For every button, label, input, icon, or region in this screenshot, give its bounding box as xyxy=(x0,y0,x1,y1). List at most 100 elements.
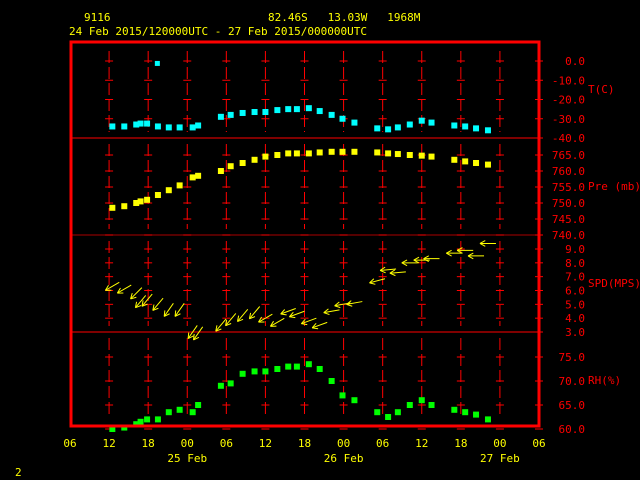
wind-arrow-head xyxy=(174,310,177,317)
temperature-point xyxy=(462,123,469,130)
humidity-point xyxy=(406,402,413,408)
humidity-point xyxy=(239,370,246,377)
wind-arrow-head xyxy=(301,323,308,326)
wind-arrow-head xyxy=(346,303,353,307)
wind-arrow-head xyxy=(312,327,319,330)
pressure-point xyxy=(121,203,128,210)
humidity-point xyxy=(195,402,202,408)
humidity-point xyxy=(285,363,292,370)
y-tick-label: -20.0 xyxy=(552,94,585,107)
humidity-point xyxy=(154,416,161,423)
x-tick-label: 06 xyxy=(220,437,233,450)
humidity-point xyxy=(374,409,381,416)
temperature-axis-label: T(C) xyxy=(588,83,615,96)
x-tick-label: 18 xyxy=(142,437,155,450)
humidity-point xyxy=(316,366,323,372)
humidity-point xyxy=(293,363,300,370)
wind-arrow xyxy=(215,318,227,332)
y-tick-label: -10.0 xyxy=(552,74,585,87)
temperature-point xyxy=(406,121,413,128)
wind-arrow xyxy=(346,300,363,307)
humidity-point xyxy=(262,368,269,375)
x-date-label: 26 Feb xyxy=(324,452,364,465)
wind-arrow xyxy=(270,317,285,327)
wind-arrow xyxy=(116,284,132,294)
x-tick-label: 00 xyxy=(493,437,506,450)
humidity-point xyxy=(217,382,224,389)
x-tick-label: 18 xyxy=(454,437,467,450)
pressure-point xyxy=(109,204,116,211)
humidity-point xyxy=(339,392,346,399)
humidity-point xyxy=(176,406,183,413)
pressure-point xyxy=(394,151,401,158)
page-number: 2 xyxy=(15,466,22,479)
time-period: 24 Feb 2015/120000UTC - 27 Feb 2015/0000… xyxy=(69,25,367,38)
temperature-point xyxy=(121,123,128,130)
y-tick-label: 70.0 xyxy=(559,375,586,388)
wind-arrow-head xyxy=(163,310,166,317)
station-id: 9116 xyxy=(84,11,111,24)
humidity-point xyxy=(484,416,491,423)
pressure-point xyxy=(305,150,312,157)
temperature-point xyxy=(418,117,425,124)
humidity-point xyxy=(351,397,358,404)
temperature-point xyxy=(374,125,381,132)
humidity-axis-label: RH(%) xyxy=(588,374,621,387)
y-tick-label: 4.0 xyxy=(565,312,585,325)
pressure-point xyxy=(418,152,425,159)
wind-arrow xyxy=(104,281,120,291)
pressure-point xyxy=(285,150,292,157)
wind-arrow-head xyxy=(280,313,287,316)
wind-arrow xyxy=(311,321,328,330)
wind-arrow xyxy=(248,306,261,320)
wind-arrow xyxy=(456,247,474,254)
y-tick-label: 740.0 xyxy=(552,229,585,242)
temperature-point xyxy=(189,124,196,131)
x-tick-label: 06 xyxy=(532,437,545,450)
temperature-point xyxy=(154,123,161,130)
wind-arrow xyxy=(280,308,296,316)
meteogram: 9116 82.46S 13.03W 1968M 24 Feb 2015/120… xyxy=(15,11,640,479)
temperature-point xyxy=(316,108,323,115)
pressure-point xyxy=(473,160,480,166)
y-tick-label: 8.0 xyxy=(565,257,585,270)
pressure-point xyxy=(462,158,469,165)
temperature-point xyxy=(385,126,392,133)
wind-arrow xyxy=(300,317,317,326)
temperature-point xyxy=(339,115,346,122)
wind-arrow-head xyxy=(334,305,341,309)
pressure-point xyxy=(239,160,246,166)
temperature-point xyxy=(195,122,202,129)
y-tick-label: 755.0 xyxy=(552,181,585,194)
y-tick-label: 760.0 xyxy=(552,165,585,178)
temperature-point xyxy=(351,119,358,126)
y-tick-label: 750.0 xyxy=(552,197,585,210)
x-tick-label: 18 xyxy=(298,437,311,450)
humidity-point xyxy=(385,414,392,420)
x-tick-label: 06 xyxy=(63,437,76,450)
x-date-label: 25 Feb xyxy=(167,452,207,465)
wind-arrow xyxy=(467,252,485,260)
wind-arrow xyxy=(236,308,249,322)
station-location: 82.46S 13.03W 1968M xyxy=(268,11,421,24)
pressure-point xyxy=(316,149,323,156)
wind-arrow-head xyxy=(187,332,190,339)
y-tick-label: 5.0 xyxy=(565,298,585,311)
humidity-point xyxy=(451,406,458,413)
x-tick-label: 06 xyxy=(376,437,389,450)
humidity-point xyxy=(165,409,172,416)
humidity-point xyxy=(418,397,425,404)
y-tick-label: 75.0 xyxy=(559,351,586,364)
pressure-point xyxy=(293,150,300,157)
y-tick-label: 745.0 xyxy=(552,213,585,226)
pressure-point xyxy=(406,152,413,158)
y-tick-label: 65.0 xyxy=(559,399,586,412)
wind-arrow xyxy=(423,255,440,262)
wind-arrow xyxy=(389,269,406,277)
temperature-point xyxy=(305,105,312,112)
pressure-point xyxy=(165,187,172,194)
pressure-point xyxy=(484,161,491,168)
wind-arrow xyxy=(130,287,143,300)
wind-arrow xyxy=(152,297,164,311)
pressure-point xyxy=(262,153,269,160)
